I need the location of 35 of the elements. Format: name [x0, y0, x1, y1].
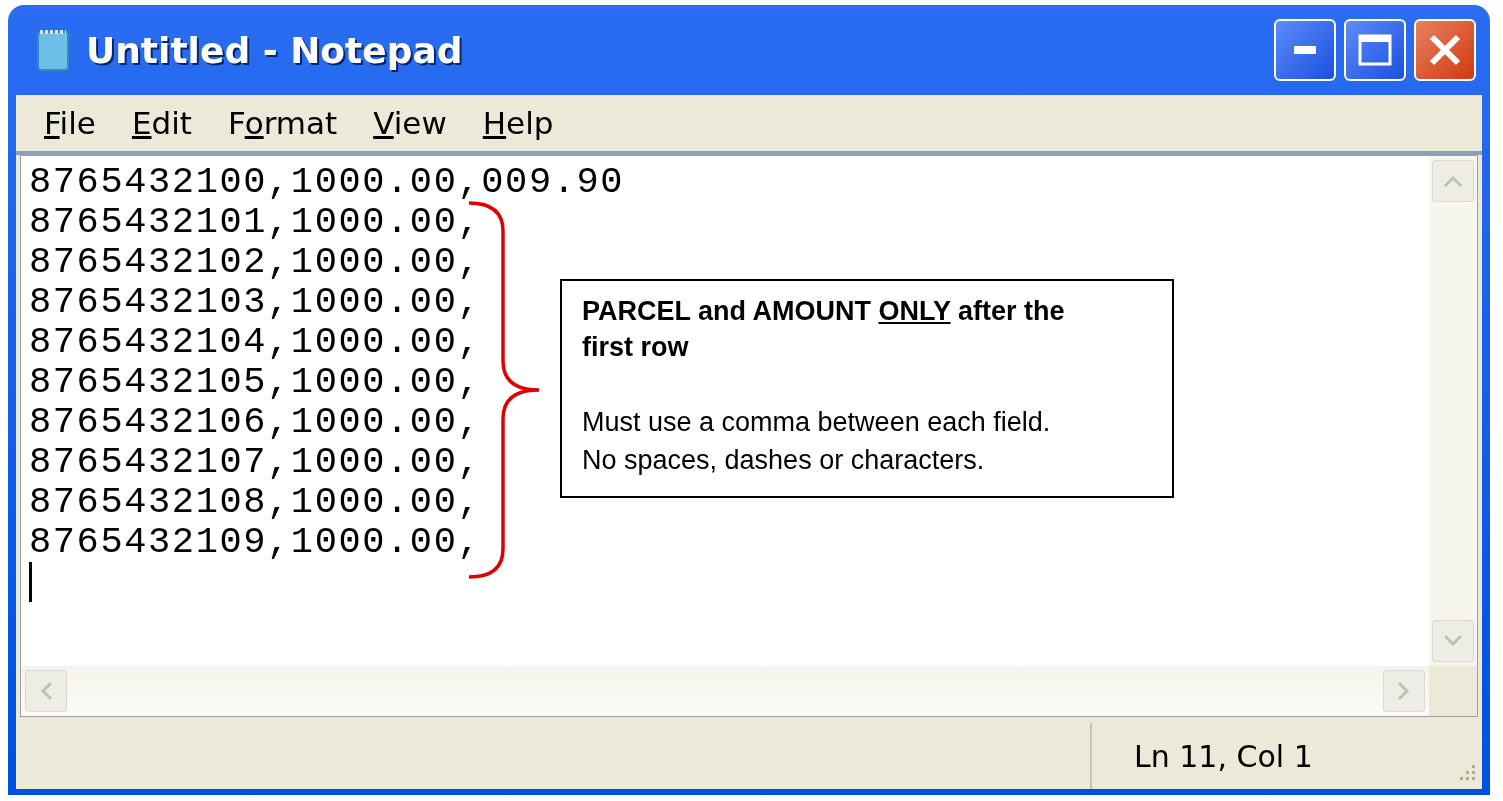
cursor-position: Ln 11, Col 1 [1090, 723, 1454, 789]
notepad-icon [36, 28, 72, 72]
scroll-left-button[interactable] [25, 670, 67, 712]
vertical-scrollbar[interactable] [1429, 156, 1477, 666]
maximize-button[interactable] [1344, 19, 1406, 81]
menu-item[interactable]: Format [209, 105, 356, 141]
callout-text: Must use a comma between each field. [582, 406, 1052, 439]
text-line: 8765432106,1000.00, [29, 402, 482, 442]
horizontal-scrollbar[interactable] [21, 666, 1429, 716]
minimize-button[interactable] [1274, 19, 1336, 81]
window-title: Untitled - Notepad [86, 29, 463, 71]
menu-item[interactable]: File [26, 105, 114, 141]
scroll-right-button[interactable] [1383, 670, 1425, 712]
close-icon [1428, 33, 1462, 67]
scrollbar-corner [1429, 666, 1477, 716]
scroll-up-button[interactable] [1432, 160, 1474, 202]
text-line: 8765432103,1000.00, [29, 282, 482, 322]
menu-item[interactable]: View [355, 105, 465, 141]
text-line: 8765432100,1000.00,009.90 [29, 162, 625, 202]
text-line: 8765432105,1000.00, [29, 362, 482, 402]
minimize-icon [1294, 46, 1316, 54]
close-button[interactable] [1414, 19, 1476, 81]
scroll-down-button[interactable] [1432, 620, 1474, 662]
text-line: 8765432107,1000.00, [29, 442, 482, 482]
callout-heading: PARCEL and AMOUNT ONLY after the first row [582, 295, 1066, 364]
text-line: 8765432102,1000.00, [29, 242, 482, 282]
text-line: 8765432109,1000.00, [29, 522, 482, 562]
menu-item[interactable]: Edit [113, 105, 210, 141]
callout-text: No spaces, dashes or characters. [582, 444, 986, 477]
text-line: 8765432104,1000.00, [29, 322, 482, 362]
text-line: 8765432101,1000.00, [29, 202, 482, 242]
text-line: 8765432108,1000.00, [29, 482, 482, 522]
maximize-icon [1358, 34, 1392, 66]
menu-item[interactable]: Help [464, 105, 572, 141]
text-cursor [29, 562, 32, 602]
